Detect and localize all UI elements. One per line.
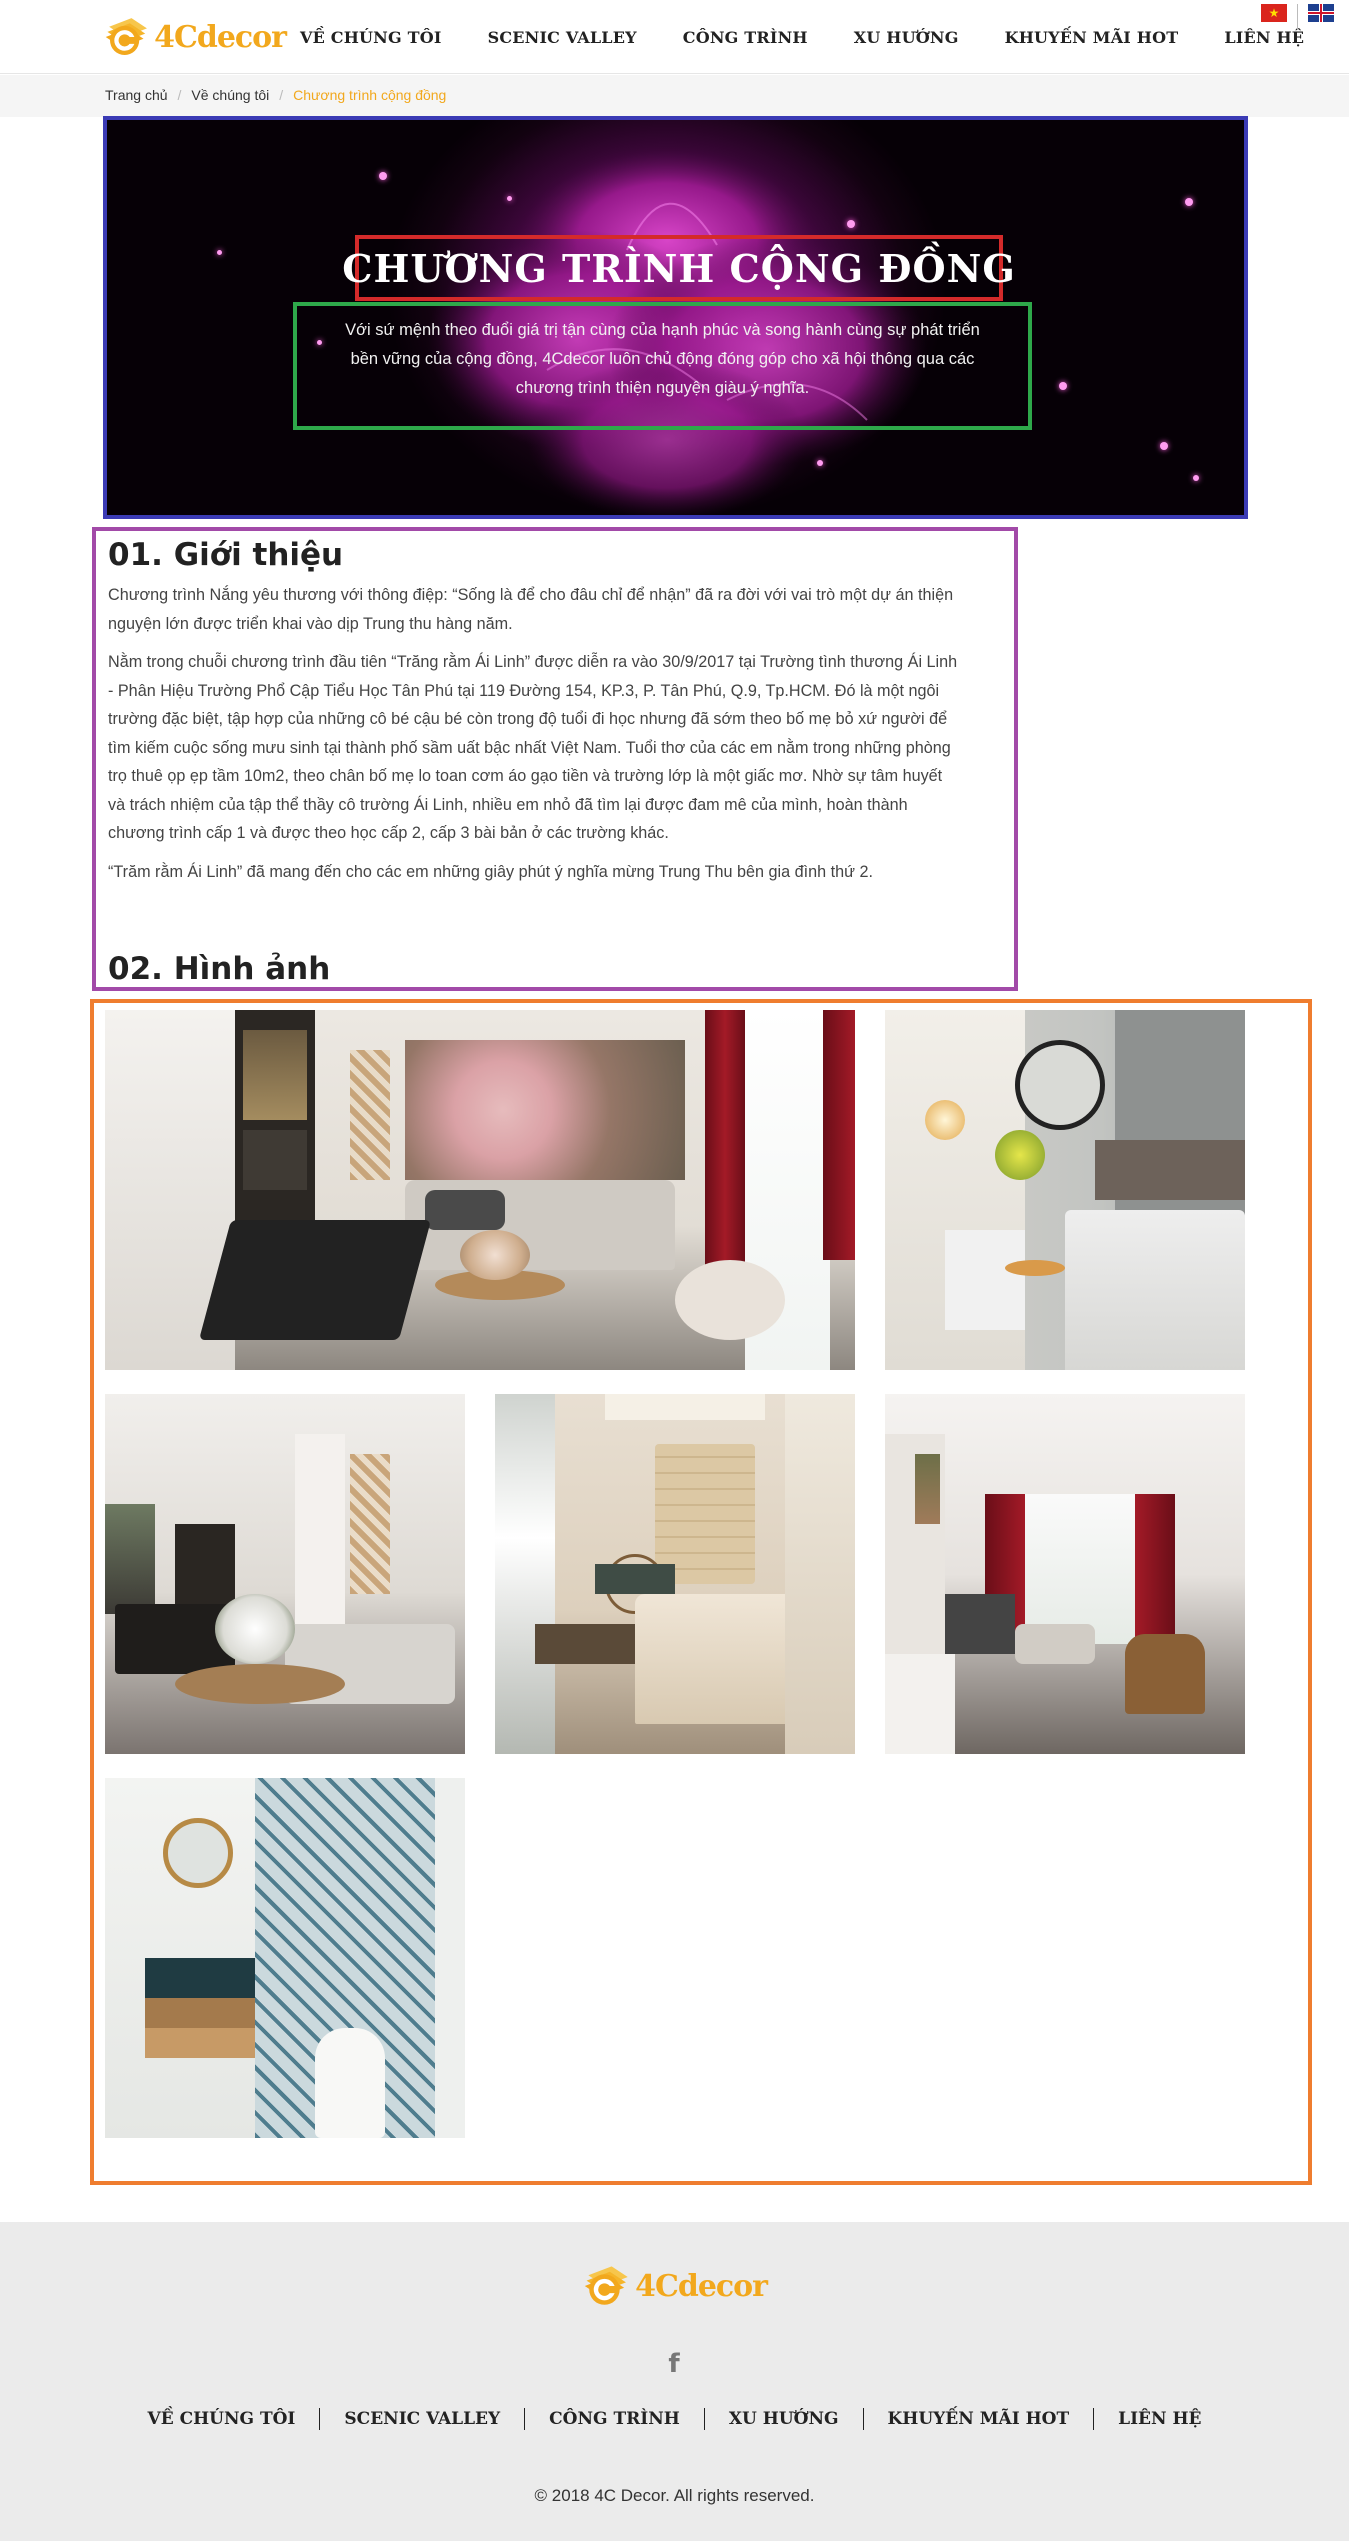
breadcrumb-about[interactable]: Về chúng tôi (191, 87, 269, 103)
hero-sparkle (1160, 442, 1168, 450)
logo-mark-icon (105, 18, 147, 56)
nav-item-about[interactable]: VỀ CHÚNG TÔI (300, 28, 442, 47)
nav-item-scenic-valley[interactable]: SCENIC VALLEY (488, 28, 637, 47)
language-divider (1297, 4, 1298, 30)
breadcrumb-home[interactable]: Trang chủ (105, 87, 168, 103)
hero-banner: CHƯƠNG TRÌNH CỘNG ĐỒNG Với sứ mệnh theo … (103, 116, 1248, 519)
hero-description-box: Với sứ mệnh theo đuổi giá trị tận cùng c… (293, 302, 1032, 430)
hero-sparkle (507, 196, 512, 201)
intro-paragraph: Nằm trong chuỗi chương trình đầu tiên “T… (108, 653, 958, 842)
footer-nav: VỀ CHÚNG TÔI SCENIC VALLEY CÔNG TRÌNH XU… (0, 2408, 1349, 2430)
logo-mark-icon (584, 2266, 628, 2305)
open-living-kitchen-photo[interactable] (885, 1394, 1245, 1754)
hero-title-box: CHƯƠNG TRÌNH CỘNG ĐỒNG (342, 235, 1015, 301)
breadcrumb: Trang chủ / Về chúng tôi / Chương trình … (105, 87, 446, 103)
language-switcher: ★ (1261, 4, 1334, 30)
dining-living-photo[interactable] (105, 1394, 465, 1754)
hero-sparkle (1185, 198, 1193, 206)
breadcrumb-bar: Trang chủ / Về chúng tôi / Chương trình … (0, 75, 1349, 117)
breadcrumb-separator: / (279, 87, 284, 103)
footer-nav-about[interactable]: VỀ CHÚNG TÔI (124, 2408, 321, 2430)
footer-nav-scenic-valley[interactable]: SCENIC VALLEY (320, 2408, 526, 2430)
footer-nav-contact[interactable]: LIÊN HỆ (1094, 2408, 1225, 2430)
hero-description: Với sứ mệnh theo đuổi giá trị tận cùng c… (345, 321, 980, 397)
nav-item-trends[interactable]: XU HƯỚNG (854, 28, 959, 47)
page-title: CHƯƠNG TRÌNH CỘNG ĐỒNG (342, 245, 1016, 291)
site-logo[interactable]: 4Cdecor (104, 10, 287, 64)
intro-heading: 01. Giới thiệu (108, 537, 344, 573)
intro-section: 01. Giới thiệu Chương trình Nắng yêu thư… (92, 527, 1018, 991)
master-bedroom-photo[interactable] (495, 1394, 855, 1754)
intro-paragraph: Chương trình Nắng yêu thương với thông đ… (108, 586, 954, 633)
breadcrumb-separator: / (177, 87, 182, 103)
facebook-icon[interactable]: f (666, 2351, 682, 2377)
hero-sparkle (817, 460, 823, 466)
bedroom-mirror-photo[interactable] (885, 1010, 1245, 1370)
footer-nav-trends[interactable]: XU HƯỚNG (705, 2408, 864, 2430)
bathroom-photo[interactable] (105, 1778, 465, 2138)
hero-sparkle (217, 250, 222, 255)
intro-paragraph: “Trăm rằm Ái Linh” đã mang đến cho các e… (108, 862, 873, 881)
photo-gallery (90, 999, 1312, 2185)
footer-nav-projects[interactable]: CÔNG TRÌNH (525, 2408, 705, 2430)
nav-item-promotions[interactable]: KHUYẾN MÃI HOT (1005, 28, 1179, 47)
footer-nav-promotions[interactable]: KHUYẾN MÃI HOT (864, 2408, 1095, 2430)
hero-sparkle (847, 220, 855, 228)
hero-sparkle (1193, 475, 1199, 481)
footer-logo[interactable]: 4Cdecor (583, 2258, 768, 2314)
site-header: 4Cdecor VỀ CHÚNG TÔI SCENIC VALLEY CÔNG … (0, 0, 1349, 74)
breadcrumb-current: Chương trình cộng đồng (293, 87, 447, 103)
hero-sparkle (1059, 382, 1067, 390)
main-nav: VỀ CHÚNG TÔI SCENIC VALLEY CÔNG TRÌNH XU… (300, 0, 1304, 74)
logo-text: 4Cdecor (154, 19, 287, 55)
uk-flag-icon[interactable] (1308, 4, 1334, 22)
footer-logo-text: 4Cdecor (635, 2268, 768, 2304)
hero-sparkle (379, 172, 387, 180)
living-room-photo[interactable] (105, 1010, 855, 1370)
nav-item-projects[interactable]: CÔNG TRÌNH (683, 28, 808, 47)
gallery-heading: 02. Hình ảnh (108, 951, 331, 987)
copyright-text: © 2018 4C Decor. All rights reserved. (534, 2486, 815, 2505)
nav-item-contact[interactable]: LIÊN HỆ (1224, 28, 1304, 47)
vietnam-flag-icon[interactable]: ★ (1261, 4, 1287, 22)
